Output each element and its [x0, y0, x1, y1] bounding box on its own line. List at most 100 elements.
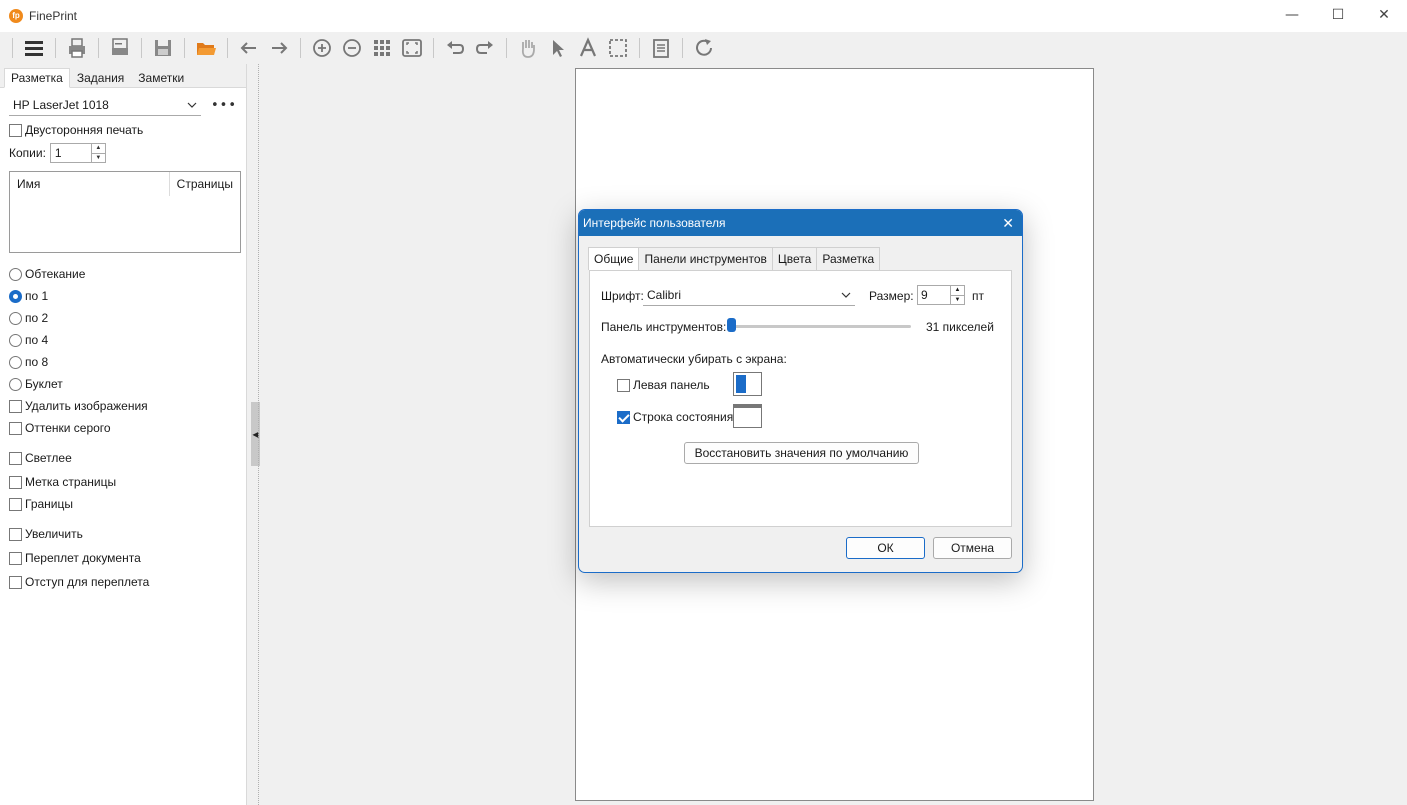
radio-per-1-button[interactable] [9, 289, 22, 303]
left-panel: Разметка Задания Заметки HP LaserJet 101… [0, 64, 247, 805]
column-header-name[interactable]: Имя [10, 172, 170, 196]
stepper-down-icon[interactable]: ▼ [951, 295, 964, 305]
tab-layout[interactable]: Разметка [4, 68, 70, 88]
radio-booklet-button[interactable] [9, 377, 22, 391]
chevron-down-icon [187, 102, 197, 108]
tab-toolbars[interactable]: Панели инструментов [638, 247, 773, 270]
printer-select[interactable]: HP LaserJet 1018 [9, 94, 201, 116]
left-panel-preview [733, 372, 762, 396]
chevron-down-icon [841, 292, 851, 298]
menu-icon[interactable] [21, 35, 47, 61]
app-logo-icon: fp [9, 9, 23, 23]
radio-per-4[interactable]: по 4 [9, 329, 237, 351]
checkbox-remove-images[interactable]: Удалить изображения [9, 395, 237, 417]
tab-notes[interactable]: Заметки [131, 68, 191, 87]
redo-icon[interactable] [472, 35, 498, 61]
stepper-down-icon[interactable]: ▼ [91, 153, 105, 163]
checkbox-box[interactable] [9, 421, 22, 435]
radio-per-1-label: по 1 [25, 289, 49, 303]
checkbox-binding-margin[interactable]: Отступ для переплета [9, 571, 237, 593]
cancel-button[interactable]: Отмена [933, 537, 1012, 559]
duplex-checkbox-box[interactable] [9, 123, 22, 137]
print-icon[interactable] [64, 35, 90, 61]
grid-view-icon[interactable] [369, 35, 395, 61]
fit-page-icon[interactable] [399, 35, 425, 61]
stepper-up-icon[interactable]: ▲ [951, 286, 964, 295]
checkbox-binding[interactable]: Переплет документа [9, 547, 237, 569]
notes-icon[interactable] [648, 35, 674, 61]
printer-select-value: HP LaserJet 1018 [13, 97, 109, 112]
window-controls: — ☐ ✕ [1269, 0, 1407, 32]
selection-icon[interactable] [605, 35, 631, 61]
size-stepper[interactable]: 9 ▲ ▼ [917, 285, 965, 305]
refresh-icon[interactable] [691, 35, 717, 61]
radio-booklet[interactable]: Буклет [9, 373, 237, 395]
checkbox-box[interactable] [9, 497, 22, 511]
checkbox-box[interactable] [9, 399, 22, 413]
checkbox-box[interactable] [9, 575, 22, 589]
checkbox-box[interactable] [9, 451, 22, 465]
checkbox-box[interactable] [9, 527, 22, 541]
size-value[interactable]: 9 [918, 288, 950, 302]
tab-layout[interactable]: Разметка [816, 247, 881, 270]
toolbar [0, 32, 1407, 64]
zoom-out-icon[interactable] [339, 35, 365, 61]
pointer-icon[interactable] [545, 35, 571, 61]
text-icon[interactable] [575, 35, 601, 61]
radio-booklet-label: Буклет [25, 377, 63, 391]
toolbar-size-slider-thumb[interactable] [727, 318, 736, 332]
arrow-right-icon[interactable] [266, 35, 292, 61]
printer-row: HP LaserJet 1018 ••• [9, 94, 237, 116]
duplex-label: Двусторонняя печать [25, 123, 144, 137]
checkbox-grayscale[interactable]: Оттенки серого [9, 417, 237, 439]
open-folder-icon[interactable] [193, 35, 219, 61]
checkbox-page-label[interactable]: Метка страницы [9, 471, 237, 493]
panel-splitter[interactable] [258, 64, 259, 805]
radio-wrap[interactable]: Обтекание [9, 263, 237, 285]
checkbox-enlarge[interactable]: Увеличить [9, 523, 237, 545]
radio-per-2[interactable]: по 2 [9, 307, 237, 329]
layout-tab-content: HP LaserJet 1018 ••• Двусторонняя печать… [0, 88, 246, 599]
radio-per-8[interactable]: по 8 [9, 351, 237, 373]
tab-colors[interactable]: Цвета [771, 247, 818, 270]
size-stepper-arrows: ▲ ▼ [950, 286, 964, 304]
checkbox-lighter[interactable]: Светлее [9, 447, 237, 469]
close-button[interactable]: ✕ [1361, 0, 1407, 30]
restore-defaults-button[interactable]: Восстановить значения по умолчанию [684, 442, 919, 464]
column-header-pages[interactable]: Страницы [170, 172, 240, 196]
left-panel-checkbox[interactable]: Левая панель [617, 374, 710, 396]
checkbox-borders[interactable]: Границы [9, 493, 237, 515]
copies-label: Копии: [9, 146, 46, 160]
save-icon[interactable] [150, 35, 176, 61]
toolbar-size-slider[interactable] [731, 325, 911, 328]
size-label: Размер: [869, 289, 914, 303]
copies-value[interactable]: 1 [51, 146, 91, 160]
arrow-left-icon[interactable] [236, 35, 262, 61]
left-panel-checkbox-box[interactable] [617, 378, 630, 392]
print-preview-icon[interactable] [107, 35, 133, 61]
radio-per-2-button[interactable] [9, 311, 22, 325]
checkbox-box[interactable] [9, 475, 22, 489]
dialog-close-icon[interactable]: ✕ [1002, 215, 1014, 232]
radio-per-8-button[interactable] [9, 355, 22, 369]
font-select[interactable]: Calibri [643, 284, 855, 306]
printer-more-button[interactable]: ••• [211, 98, 237, 113]
maximize-button[interactable]: ☐ [1315, 0, 1361, 30]
undo-icon[interactable] [442, 35, 468, 61]
copies-stepper[interactable]: 1 ▲ ▼ [49, 143, 106, 163]
status-bar-checkbox-box[interactable] [617, 410, 630, 424]
duplex-checkbox[interactable]: Двусторонняя печать [9, 119, 237, 141]
tab-general[interactable]: Общие [588, 247, 640, 270]
tab-jobs[interactable]: Задания [70, 68, 131, 87]
radio-per-4-button[interactable] [9, 333, 22, 347]
ok-button[interactable]: ОК [846, 537, 925, 559]
dialog-title-bar: Интерфейс пользователя ✕ [579, 210, 1022, 236]
zoom-in-icon[interactable] [309, 35, 335, 61]
radio-wrap-button[interactable] [9, 267, 22, 281]
hand-icon[interactable] [515, 35, 541, 61]
minimize-button[interactable]: — [1269, 0, 1315, 30]
radio-per-1[interactable]: по 1 [9, 285, 237, 307]
stepper-up-icon[interactable]: ▲ [92, 144, 105, 153]
checkbox-box[interactable] [9, 551, 22, 565]
status-bar-checkbox[interactable]: Строка состояния [617, 406, 733, 428]
